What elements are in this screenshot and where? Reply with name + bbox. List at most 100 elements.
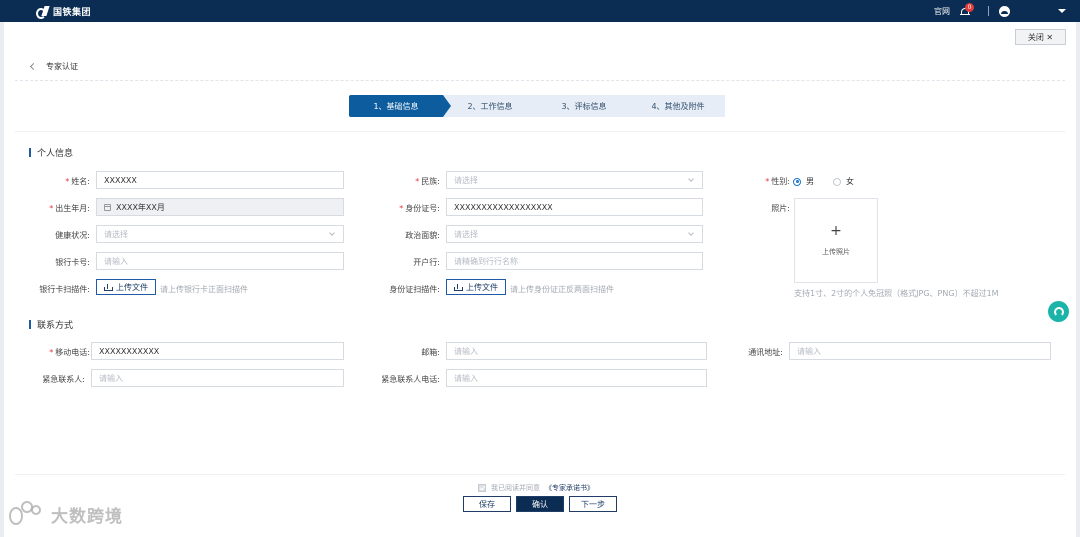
watermark-text: 大数跨境	[51, 506, 123, 527]
photo-upload-box[interactable]: + 上传照片	[794, 198, 878, 283]
bank-scan-label: 银行卡扫描件:	[39, 285, 90, 294]
id-number-input[interactable]: XXXXXXXXXXXXXXXXXX	[446, 198, 703, 216]
agreement-row: 我已阅读并同意 《专家承诺书》	[478, 483, 594, 493]
close-button[interactable]: 关闭 ✕	[1015, 29, 1066, 45]
ethnicity-select[interactable]: 请选择	[446, 171, 703, 189]
email-label: 邮箱:	[421, 348, 440, 357]
official-site-link[interactable]: 官网	[934, 6, 950, 17]
photo-label: 照片:	[771, 204, 790, 213]
required-mark: *	[765, 177, 770, 186]
bank-scan-hint: 请上传银行卡正面扫描件	[160, 285, 248, 294]
top-navigation-bar: 国铁集团 官网 0	[0, 0, 1080, 22]
ethnicity-label: * 民族:	[390, 176, 440, 187]
gender-label-text: 性别:	[771, 177, 790, 186]
required-mark: *	[399, 204, 404, 213]
step-other-attachments[interactable]: 4、其他及附件	[631, 95, 725, 117]
id-scan-upload-button[interactable]: 上传文件	[446, 279, 506, 295]
name-label-text: 姓名:	[71, 177, 90, 186]
chevron-down-icon	[688, 230, 694, 236]
radio-checked-icon	[793, 177, 801, 186]
radio-unchecked-icon	[833, 177, 841, 186]
required-mark: *	[415, 177, 420, 186]
upload-icon	[454, 283, 463, 291]
confirm-button[interactable]: 确认	[516, 496, 564, 512]
agreement-link[interactable]: 《专家承诺书》	[545, 483, 594, 493]
birth-label: * 出生年月:	[30, 203, 90, 214]
back-chevron-icon[interactable]	[29, 62, 38, 71]
email-input[interactable]: 请输入	[446, 342, 707, 360]
company-logo[interactable]: 国铁集团	[36, 5, 92, 19]
next-step-button[interactable]: 下一步	[569, 496, 617, 512]
required-mark: *	[49, 204, 54, 213]
bank-card-label: 银行卡号:	[55, 258, 90, 267]
notification-bell-icon[interactable]: 0	[960, 2, 974, 17]
steps-divider-line	[15, 131, 1065, 132]
bank-branch-input[interactable]: 请精确到行行名称	[446, 252, 703, 270]
section-title-text: 个人信息	[37, 149, 74, 159]
section-marker	[29, 148, 31, 157]
address-label: 通讯地址:	[748, 348, 783, 357]
id-scan-hint: 请上传身份证正反两面扫描件	[510, 285, 614, 294]
bank-card-input[interactable]: 请输入	[96, 252, 344, 270]
emergency-name-input[interactable]: 请输入	[91, 369, 344, 387]
page-title: 专家认证	[46, 62, 78, 71]
header-divider	[988, 6, 989, 16]
bell-base	[960, 13, 970, 15]
health-select[interactable]: 请选择	[96, 225, 344, 243]
politics-select[interactable]: 请选择	[446, 225, 703, 243]
required-mark: *	[49, 348, 54, 357]
headset-glyph	[1053, 306, 1064, 317]
required-mark: *	[65, 177, 70, 186]
step-evaluation-info[interactable]: 3、评标信息	[537, 95, 639, 117]
id-number-label-text: 身份证号:	[405, 204, 440, 213]
section-personal-info: 个人信息	[29, 146, 73, 159]
section-contact: 联系方式	[29, 318, 73, 331]
emergency-phone-label: 紧急联系人电话:	[381, 375, 440, 384]
logo-text: 国铁集团	[53, 7, 92, 18]
politics-placeholder: 请选择	[454, 229, 478, 239]
ethnicity-placeholder: 请选择	[454, 175, 478, 185]
emergency-name-label: 紧急联系人:	[42, 375, 85, 384]
logo-mark-icon	[36, 6, 50, 19]
mobile-label: * 移动电话:	[30, 347, 90, 358]
birth-value: XXXX年XX月	[116, 202, 165, 212]
id-scan-label: 身份证扫描件:	[389, 285, 440, 294]
photo-upload-label: 上传照片	[822, 248, 850, 256]
bank-scan-upload-button[interactable]: 上传文件	[96, 279, 156, 295]
plus-icon: +	[830, 223, 842, 239]
address-input[interactable]: 请输入	[789, 342, 1051, 360]
mobile-input[interactable]: XXXXXXXXXXX	[91, 342, 344, 360]
health-placeholder: 请选择	[104, 229, 128, 239]
step-basic-info[interactable]: 1、基础信息	[349, 95, 451, 117]
gender-radio-male[interactable]: 男	[793, 176, 814, 187]
mobile-label-text: 移动电话:	[55, 348, 90, 357]
emergency-phone-input[interactable]: 请输入	[446, 369, 707, 387]
breadcrumb: 专家认证	[29, 61, 78, 72]
calendar-icon	[104, 203, 111, 211]
upload-label: 上传文件	[466, 282, 498, 292]
bank-branch-label: 开户行:	[413, 258, 440, 267]
section-marker	[29, 320, 31, 329]
footer-divider-line	[15, 474, 1065, 475]
politics-label: 政治面貌:	[405, 231, 440, 240]
gender-option-male: 男	[806, 177, 814, 186]
id-number-label: * 身份证号:	[380, 203, 440, 214]
customer-service-icon[interactable]	[1048, 301, 1069, 322]
notification-badge: 0	[965, 2, 974, 12]
section-title-text: 联系方式	[37, 321, 74, 331]
agreement-checkbox[interactable]	[478, 484, 486, 492]
birth-date-picker[interactable]: XXXX年XX月	[96, 198, 344, 216]
agreement-text: 我已阅读并同意	[491, 484, 540, 492]
top-right-actions: 官网 0	[934, 0, 1080, 22]
user-avatar[interactable]	[999, 5, 1010, 17]
user-menu-caret-icon[interactable]	[1058, 9, 1066, 13]
gender-option-female: 女	[846, 177, 854, 186]
upload-label: 上传文件	[116, 282, 148, 292]
progress-steps: 1、基础信息 2、工作信息 3、评标信息 4、其他及附件	[349, 95, 725, 117]
save-button[interactable]: 保存	[463, 496, 511, 512]
health-label: 健康状况:	[55, 231, 90, 240]
name-input[interactable]: XXXXXX	[96, 171, 344, 189]
gender-radio-female[interactable]: 女	[833, 176, 854, 187]
step-work-info[interactable]: 2、工作信息	[443, 95, 545, 117]
photo-hint: 支持1寸、2寸的个人免冠照（格式JPG、PNG）不超过1M	[794, 289, 999, 298]
